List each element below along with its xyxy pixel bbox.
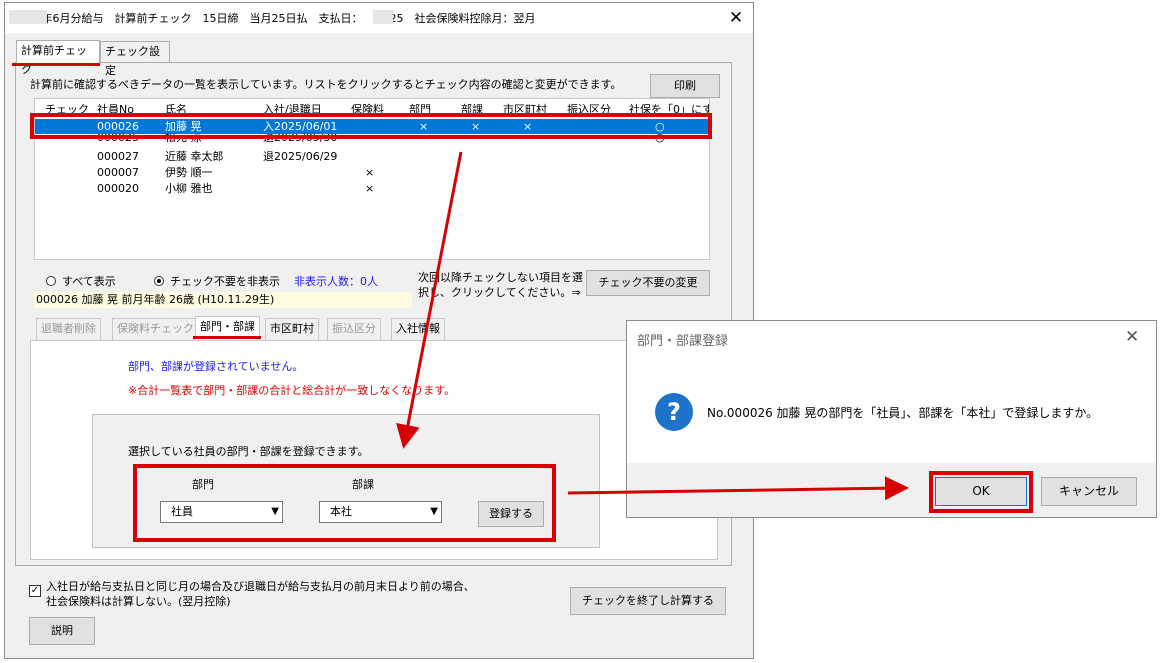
tab-check-settings[interactable]: チェック設定 [100,41,170,77]
title-bar: 年6月分給与 計算前チェック 15日締 当月25日払 支払日： 6.25 社会保… [5,3,753,33]
insurance-mark: × [365,182,375,195]
employee-no: 000007 [97,166,139,179]
question-icon: ? [655,393,693,431]
group-caption: 選択している社員の部門・部課を登録できます。 [128,445,369,458]
close-icon[interactable]: ✕ [721,6,751,30]
radio-selected-icon[interactable] [154,276,164,286]
employee-name: 小柳 雅也 [165,182,213,195]
insurance-mark: × [365,166,375,179]
highlight-box [133,464,556,542]
highlight-underline [193,336,261,339]
dialog-message: No.000026 加藤 晃の部門を「社員」、部課を「本社」で登録しますか。 [707,406,1099,420]
info-text: 計算前に確認するべきデータの一覧を表示しています。リストをクリックするとチェック… [30,78,622,91]
bottom-note-line: 社会保険料は計算しない。(翌月控除) [46,595,231,608]
help-button[interactable]: 説明 [29,617,95,645]
note-text: 次回以降チェックしない項目を選択し、クリックしてください。⇒ [418,271,583,299]
subtab-insurance-check[interactable]: 保険料チェック [112,318,199,340]
change-unneeded-button[interactable]: チェック不要の変更 [586,270,710,296]
highlight-box [929,471,1033,513]
radio-hide-unneeded[interactable]: チェック不要を非表示 [154,273,280,289]
leave-date: 退2025/06/29 [263,150,338,163]
redacted-block [373,10,393,24]
deduction-checkbox[interactable]: ✓ [29,585,41,597]
radio-label: すべて表示 [62,275,116,288]
employee-no: 000020 [97,182,139,195]
table-row[interactable]: 000020 小柳 雅也 × [35,181,709,196]
bottom-note: 入社日が給与支払日と同じ月の場合及び退職日が給与支払月の前月末日より前の場合、 … [46,579,475,609]
radio-label: チェック不要を非表示 [170,275,280,288]
employee-name: 伊勢 順一 [165,166,213,179]
subtab-city[interactable]: 市区町村 [265,318,319,340]
hidden-count: 非表示人数：0人 [294,275,378,288]
print-button[interactable]: 印刷 [650,74,720,98]
subtab-join-info[interactable]: 入社情報 [391,318,445,340]
cancel-button[interactable]: キャンセル [1041,477,1137,506]
finish-and-calculate-button[interactable]: チェックを終了し計算する [570,587,726,615]
confirm-dialog: 部門・部課登録 ✕ ? No.000026 加藤 晃の部門を「社員」、部課を「本… [626,320,1157,518]
radio-show-all[interactable]: すべて表示 [46,273,116,289]
window-title: 年6月分給与 計算前チェック 15日締 当月25日払 支払日： 6.25 社会保… [5,12,536,25]
redacted-block [9,10,47,24]
subtab-transfer[interactable]: 振込区分 [327,318,381,340]
warning-message: ※合計一覧表で部門・部課の合計と総合計が一致しなくなります。 [128,384,456,397]
highlight-underline [12,63,100,66]
employee-no: 000027 [97,150,139,163]
highlight-box [30,113,712,139]
bottom-note-line: 入社日が給与支払日と同じ月の場合及び退職日が給与支払月の前月末日より前の場合、 [46,580,475,593]
close-icon[interactable]: ✕ [1125,327,1139,347]
table-row[interactable]: 000027 近藤 幸太郎 退2025/06/29 [35,149,709,164]
table-row[interactable]: 000007 伊勢 順一 × [35,165,709,180]
dialog-title: 部門・部課登録 [637,334,729,349]
employee-info: 000026 加藤 晃 前月年齢 26歳 (H10.11.29生) [34,292,412,308]
employee-name: 近藤 幸太郎 [165,150,224,163]
tab-pre-check[interactable]: 計算前チェック [16,40,100,76]
subtab-retiree-delete[interactable]: 退職者削除 [36,318,101,340]
radio-icon[interactable] [46,276,56,286]
info-message: 部門、部課が登録されていません。 [128,360,304,373]
